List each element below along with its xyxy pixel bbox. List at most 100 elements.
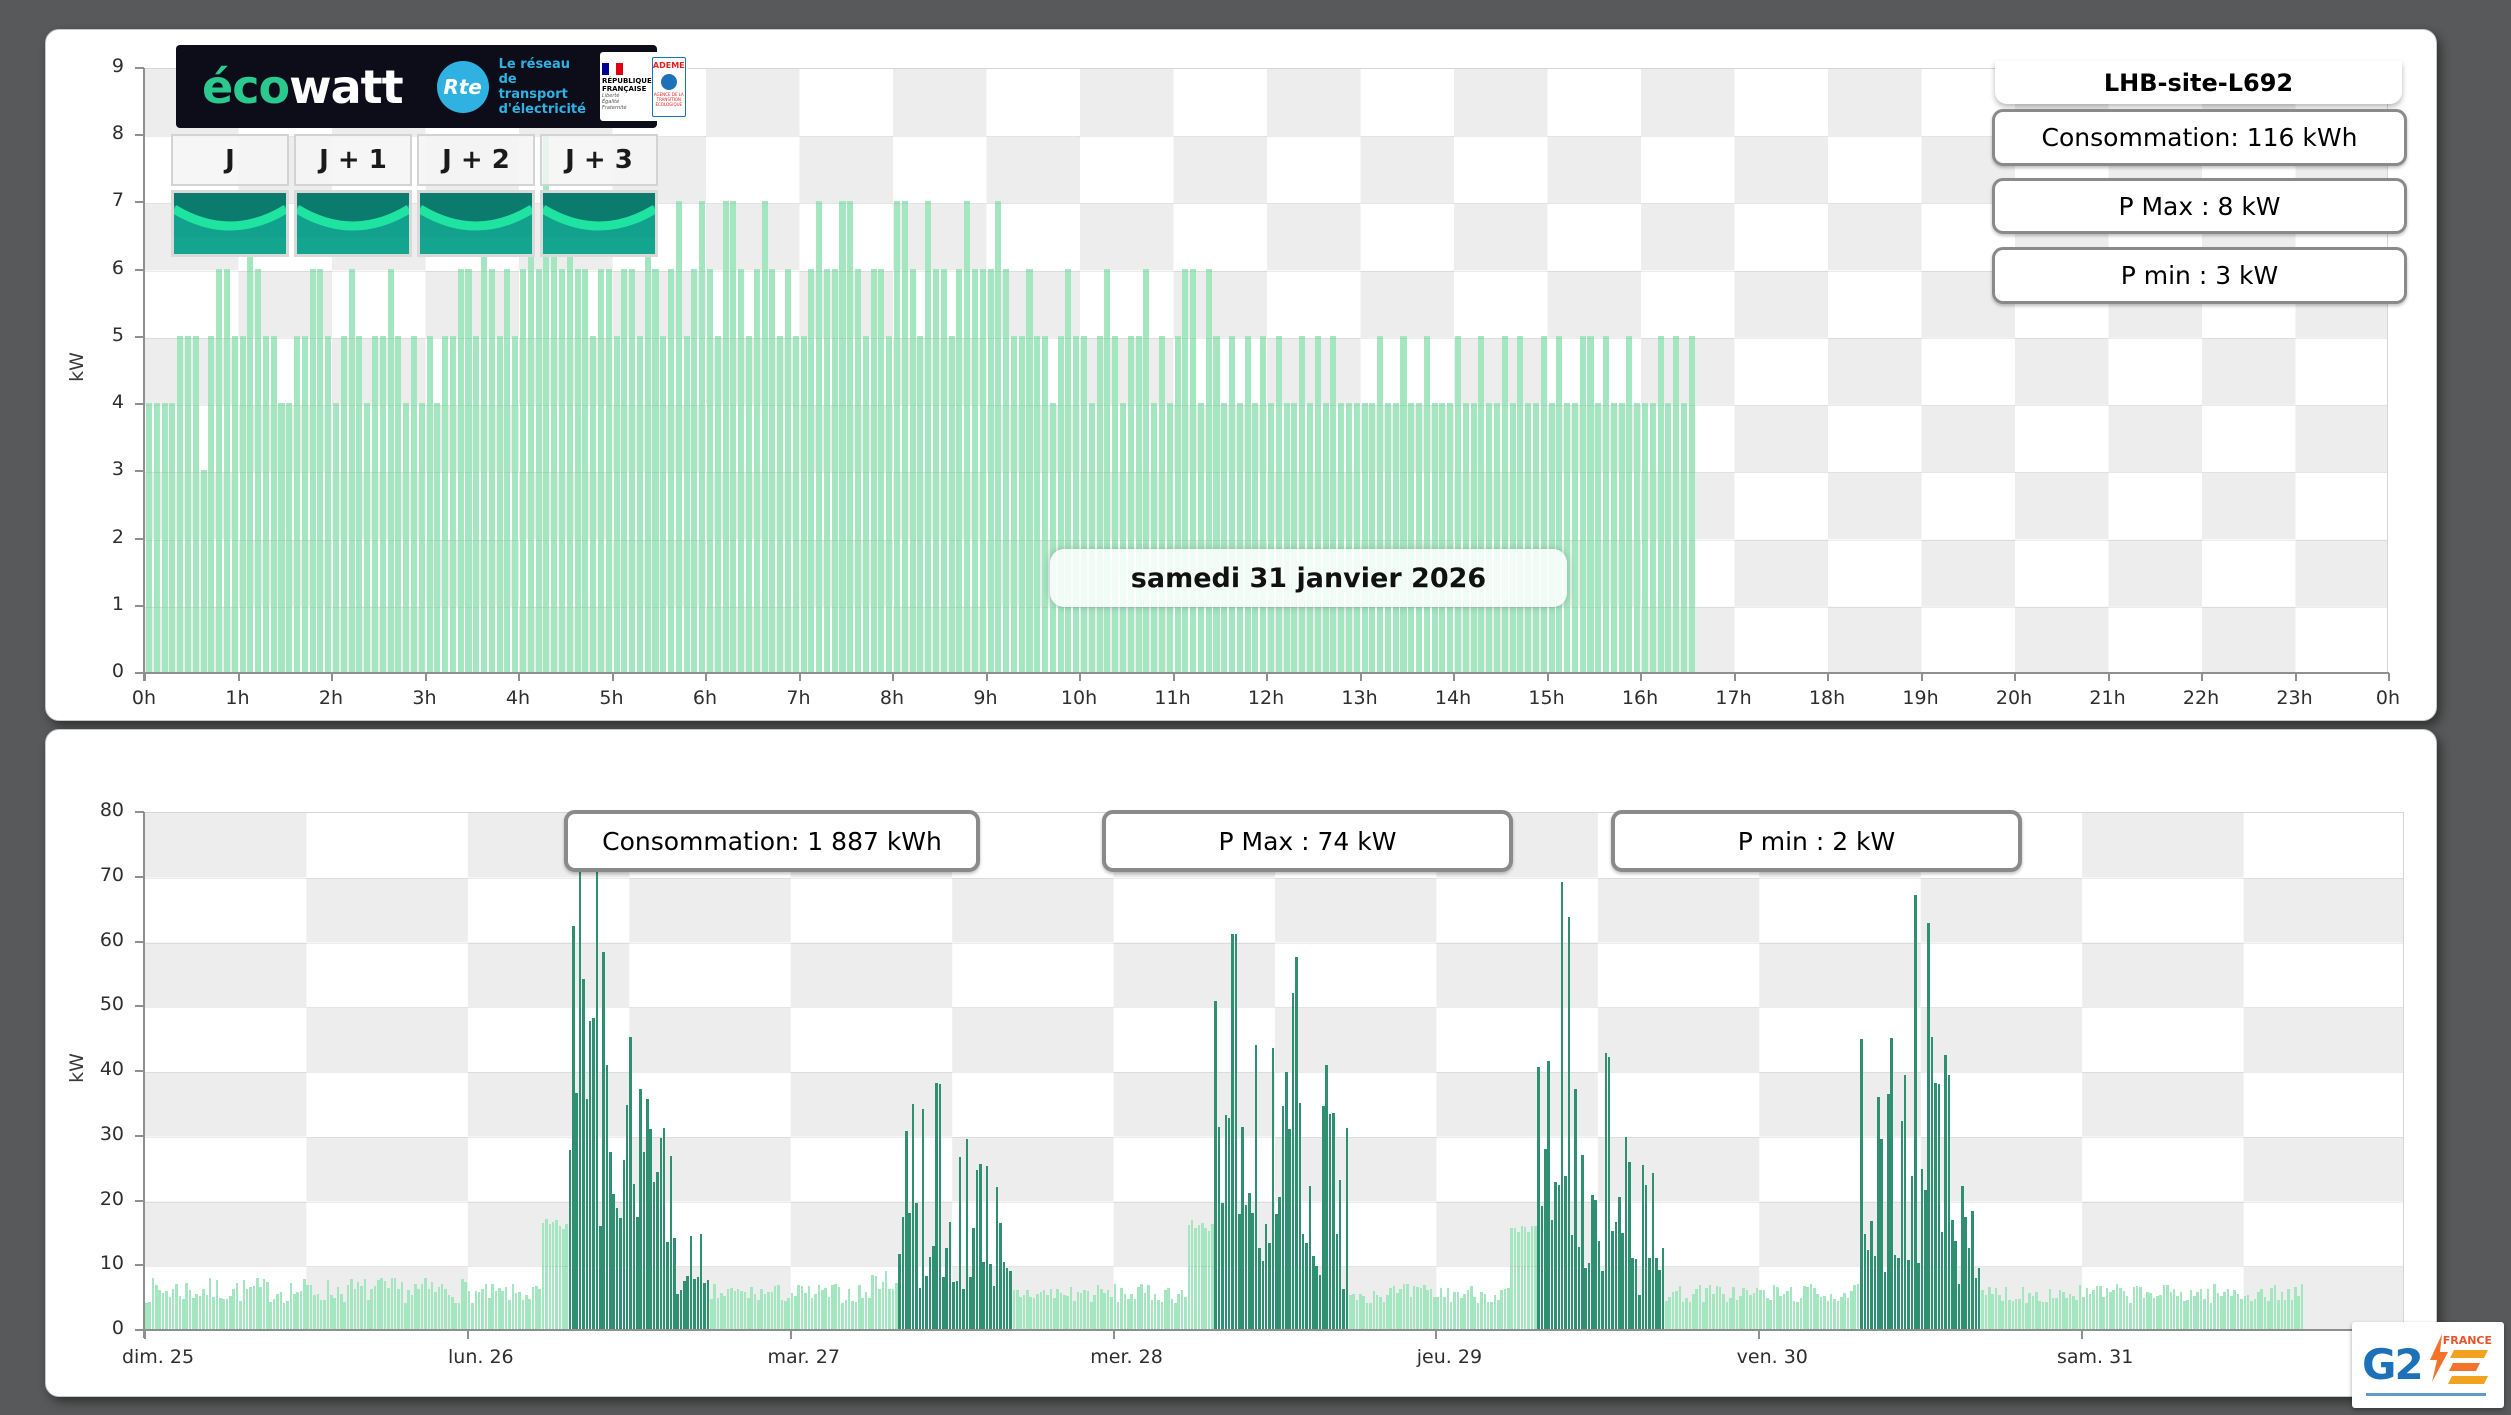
daily-bar[interactable] (1003, 268, 1010, 672)
weekly-bar[interactable] (2028, 1292, 2031, 1329)
daily-bar[interactable] (925, 201, 932, 672)
weekly-bar[interactable] (1372, 1290, 1376, 1329)
weekly-bar[interactable] (451, 1297, 454, 1329)
weekly-bar[interactable] (871, 1274, 874, 1329)
day-button-j[interactable]: J (171, 134, 289, 186)
weekly-bar[interactable] (151, 1277, 155, 1329)
weekly-bar[interactable] (202, 1289, 205, 1329)
daily-bar[interactable] (730, 201, 737, 672)
daily-bar[interactable] (1330, 335, 1337, 672)
weekly-bar[interactable] (1745, 1289, 1749, 1329)
daily-bar[interactable] (309, 268, 316, 672)
weekly-bar[interactable] (676, 1293, 679, 1329)
weekly-bar[interactable] (1634, 1259, 1638, 1329)
daily-bar[interactable] (1649, 403, 1656, 672)
weekly-bar[interactable] (198, 1295, 202, 1329)
weekly-bar[interactable] (1281, 1106, 1285, 1329)
weekly-bar[interactable] (1214, 1001, 1217, 1329)
weekly-bar[interactable] (827, 1296, 831, 1329)
weekly-bar[interactable] (2162, 1284, 2166, 1329)
weekly-bar[interactable] (1752, 1293, 1756, 1329)
daily-bar[interactable] (1634, 403, 1641, 672)
weekly-bar[interactable] (1517, 1231, 1520, 1329)
weekly-bar[interactable] (1907, 1260, 1910, 1329)
weekly-bar[interactable] (979, 1164, 982, 1329)
weekly-bar[interactable] (1039, 1291, 1043, 1329)
daily-bar[interactable] (504, 268, 511, 672)
weekly-bar[interactable] (165, 1291, 168, 1329)
weekly-bar[interactable] (1248, 1193, 1251, 1329)
weekly-bar[interactable] (787, 1297, 790, 1329)
weekly-bar[interactable] (538, 1288, 542, 1329)
weekly-bar[interactable] (2213, 1284, 2216, 1329)
weekly-bar[interactable] (1422, 1284, 1426, 1329)
daily-bar[interactable] (317, 268, 324, 672)
weekly-bar[interactable] (1201, 1222, 1204, 1329)
daily-bar[interactable] (964, 201, 971, 672)
weekly-bar[interactable] (2001, 1301, 2004, 1329)
daily-bar[interactable] (1345, 403, 1352, 672)
weekly-bar[interactable] (326, 1279, 330, 1329)
weekly-bar[interactable] (410, 1294, 414, 1329)
weekly-bar[interactable] (555, 1219, 558, 1329)
daily-bar[interactable] (1213, 335, 1220, 672)
weekly-bar[interactable] (773, 1285, 777, 1329)
weekly-bar[interactable] (1056, 1288, 1059, 1329)
daily-bar[interactable] (208, 335, 215, 672)
weekly-bar[interactable] (1332, 1113, 1335, 1329)
weekly-bar[interactable] (188, 1289, 192, 1329)
weekly-bar[interactable] (1268, 1243, 1271, 1329)
daily-bar[interactable] (520, 268, 527, 672)
weekly-bar[interactable] (1624, 1136, 1628, 1329)
weekly-bar[interactable] (686, 1276, 689, 1329)
weekly-bar[interactable] (1086, 1290, 1090, 1329)
weekly-bar[interactable] (1090, 1301, 1093, 1329)
weekly-bar[interactable] (2294, 1286, 2297, 1329)
weekly-bar[interactable] (205, 1295, 209, 1329)
weekly-bar[interactable] (1698, 1285, 1702, 1329)
weekly-bar[interactable] (1443, 1296, 1446, 1329)
weekly-bar[interactable] (1194, 1228, 1197, 1329)
weekly-bar[interactable] (1073, 1300, 1076, 1329)
weekly-bar[interactable] (1836, 1300, 1840, 1329)
weekly-bar[interactable] (272, 1298, 276, 1329)
weekly-bar[interactable] (1799, 1298, 1803, 1329)
daily-bar[interactable] (1626, 335, 1633, 672)
weekly-bar[interactable] (1184, 1297, 1187, 1329)
weekly-bar[interactable] (2132, 1287, 2136, 1329)
weekly-bar[interactable] (2061, 1292, 2065, 1329)
weekly-bar[interactable] (282, 1302, 286, 1329)
weekly-bar[interactable] (2297, 1295, 2300, 1329)
weekly-bar[interactable] (1258, 1247, 1261, 1329)
daily-bar[interactable] (1618, 403, 1625, 672)
weekly-bar[interactable] (1049, 1289, 1053, 1329)
weekly-bar[interactable] (689, 1235, 693, 1329)
weekly-bar[interactable] (1577, 1246, 1581, 1329)
weekly-bar[interactable] (683, 1281, 686, 1329)
daily-bar[interactable] (1408, 403, 1415, 672)
weekly-bar[interactable] (931, 1246, 935, 1329)
weekly-bar[interactable] (1584, 1268, 1587, 1329)
daily-bar[interactable] (231, 335, 238, 672)
weekly-bar[interactable] (837, 1286, 841, 1329)
weekly-bar[interactable] (1160, 1302, 1164, 1329)
weekly-bar[interactable] (1648, 1257, 1651, 1329)
daily-bar[interactable] (668, 268, 675, 672)
weekly-bar[interactable] (1348, 1295, 1352, 1329)
weekly-bar[interactable] (366, 1300, 370, 1329)
weekly-bar[interactable] (1984, 1294, 1988, 1329)
daily-bar[interactable] (1135, 335, 1142, 672)
daily-bar[interactable] (364, 403, 371, 672)
weekly-bar[interactable] (1170, 1298, 1174, 1329)
weekly-bar[interactable] (514, 1293, 518, 1329)
weekly-bar[interactable] (434, 1292, 437, 1329)
weekly-bar[interactable] (1362, 1295, 1365, 1329)
weekly-bar[interactable] (1876, 1096, 1880, 1329)
weekly-bar[interactable] (2018, 1298, 2021, 1329)
weekly-bar[interactable] (972, 1227, 975, 1329)
weekly-bar[interactable] (1234, 934, 1238, 1329)
weekly-bar[interactable] (1930, 1037, 1934, 1329)
weekly-bar[interactable] (323, 1299, 326, 1329)
daily-bar[interactable] (1525, 403, 1532, 672)
weekly-bar[interactable] (1496, 1299, 1500, 1329)
